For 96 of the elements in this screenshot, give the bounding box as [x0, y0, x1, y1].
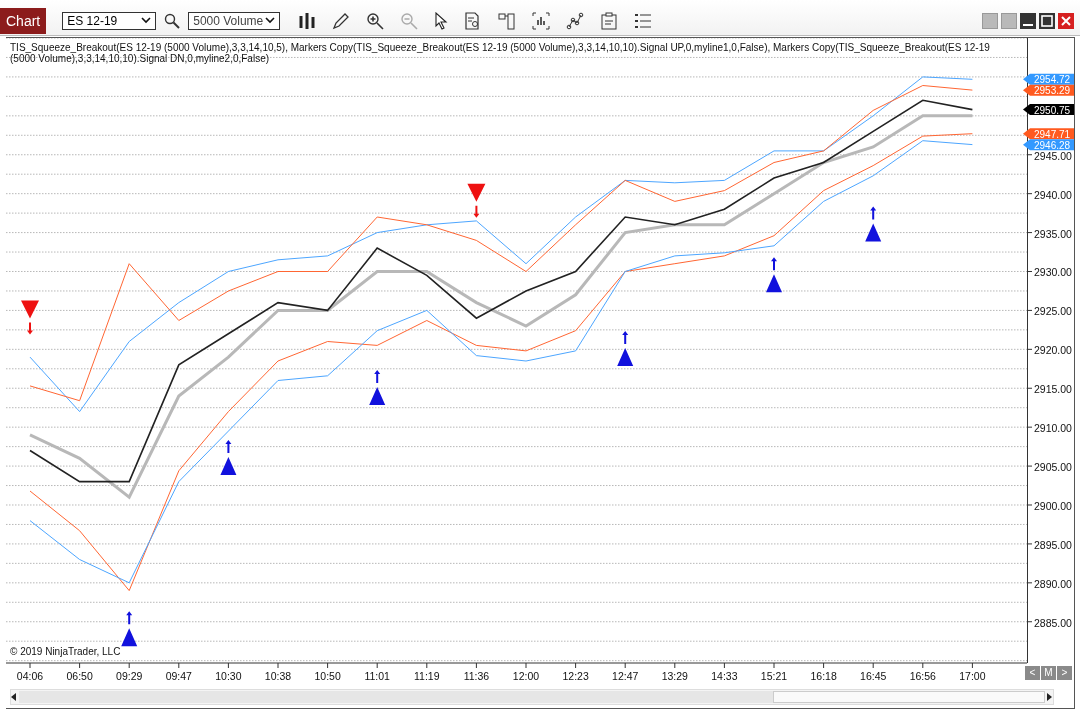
y-tick-label: 2895.00: [1034, 538, 1073, 551]
search-icon[interactable]: [164, 12, 181, 29]
x-tick-label: 13:29: [661, 670, 689, 682]
x-tick-label: 16:56: [909, 662, 936, 682]
caret-icon: [265, 17, 276, 24]
scrollbar-thumb[interactable]: [773, 691, 1045, 703]
chart-tab[interactable]: Chart: [0, 7, 47, 34]
y-tick-label: 2890.00: [1034, 577, 1073, 590]
clipboard-icon[interactable]: [600, 11, 619, 30]
y-tick-label: 2910.00: [1026, 422, 1072, 435]
x-tick-label: 13:29: [661, 662, 688, 682]
price-tag: 2954.72: [1023, 73, 1074, 86]
close-icon[interactable]: [1058, 12, 1074, 29]
x-tick-label: 12:00: [512, 670, 540, 682]
pencil-icon[interactable]: [332, 11, 351, 30]
price-tag: 2946.28: [1023, 139, 1074, 151]
y-tick-label: 2930.00: [1034, 266, 1073, 279]
x-tick-label: 09:47: [165, 670, 193, 682]
x-tick-label: 12:00: [512, 662, 540, 682]
y-tick-label: 2925.00: [1034, 305, 1073, 318]
cursor-icon[interactable]: [434, 11, 449, 30]
x-tick-label: 16:18: [810, 662, 837, 682]
y-tick-label: 2945.00: [1026, 149, 1072, 162]
window-button[interactable]: [982, 12, 998, 29]
x-tick-label: 12:47: [612, 670, 639, 682]
interval-dropdown[interactable]: 5000 Volume: [188, 11, 281, 30]
x-tick-label: 14:33: [711, 670, 738, 682]
x-tick-label: 11:01: [364, 670, 391, 682]
x-tick-label: 15:21: [760, 662, 788, 682]
indicator-legend: TIS_Squeeze_Breakout(ES 12-19 (5000 Volume),3,3,14,10,5), Markers Copy(TIS_Squeeze_Breakout(ES 12-19 (5000 Volume),3,3,14,10,10).Signal UP,0,myline1,0,False), Markers Copy(TIS_Squeeze_Breakout(ES 12-19 (5000 Volume),3,3,14,10,10).Signal DN,0,myline2,0,False): [10, 42, 1000, 64]
x-tick-label: 16:45: [860, 662, 887, 682]
scroll-left-icon[interactable]: [11, 693, 17, 701]
x-tick-label: 10:38: [264, 670, 292, 682]
x-tick-label: 09:29: [116, 670, 143, 682]
copyright-text: © 2019 NinjaTrader, LLC: [10, 646, 121, 657]
x-tick-label: 11:19: [414, 662, 440, 682]
y-tick-label: 2900.00: [1034, 500, 1073, 512]
x-tick-label: 16:45: [860, 670, 887, 682]
x-tick-label: 14:33: [711, 662, 738, 682]
x-tick-label: 17:00: [959, 670, 986, 682]
x-tick-label: 11:36: [463, 662, 490, 682]
x-tick-label: 12:23: [562, 670, 589, 682]
x-tick-label: 09:47: [165, 662, 192, 682]
x-tick-label: 04:06: [16, 662, 44, 682]
caret-icon: [141, 17, 152, 24]
y-tick-label: 2905.00: [1034, 461, 1073, 474]
x-tick-label: 06:50: [66, 662, 93, 682]
bar-chart-icon[interactable]: [298, 11, 317, 30]
x-tick-label: 16:18: [810, 670, 837, 682]
y-tick-label: 2915.00: [1026, 383, 1072, 396]
minimize-icon[interactable]: [1020, 12, 1036, 29]
x-tick-label: 11:19: [414, 670, 440, 682]
x-tick-label: 09:29: [116, 662, 143, 682]
y-tick-label: 2940.00: [1026, 188, 1072, 201]
x-tick-label: 10:30: [215, 662, 242, 682]
price-tag: 2950.75: [1023, 104, 1074, 116]
y-tick-label: 2945.00: [1034, 149, 1073, 162]
x-tick-label: 10:30: [215, 670, 242, 682]
x-tick-label: 11:01: [364, 662, 390, 682]
list-icon[interactable]: [634, 11, 653, 30]
x-tick-label: 15:21: [760, 670, 788, 682]
chart-frame-icon[interactable]: [532, 11, 551, 30]
x-tick-label: 10:50: [314, 662, 341, 682]
y-tick-label: 2915.00: [1034, 383, 1073, 396]
y-tick-label: 2935.00: [1034, 227, 1073, 240]
y-tick-label: 2905.00: [1026, 461, 1072, 474]
line-nodes-icon[interactable]: [566, 11, 585, 30]
y-tick-label: 2890.00: [1026, 577, 1072, 590]
y-tick-label: 2940.00: [1034, 188, 1073, 201]
x-tick-label: 12:23: [562, 662, 589, 682]
x-tick-label: 11:36: [463, 670, 490, 682]
maximize-icon[interactable]: [1039, 12, 1055, 29]
zoom-in-icon[interactable]: [366, 11, 385, 30]
y-tick-label: 2885.00: [1026, 616, 1072, 629]
x-tick-label: 12:47: [612, 662, 639, 682]
y-tick-label: 2920.00: [1026, 344, 1072, 357]
y-tick-label: 2925.00: [1026, 305, 1072, 318]
y-tick-label: 2910.00: [1034, 422, 1073, 435]
x-tick-label: 17:00: [959, 662, 986, 682]
y-tick-label: 2920.00: [1034, 344, 1073, 357]
panel-icon[interactable]: [498, 11, 517, 30]
x-tick-label: 04:06: [16, 670, 44, 682]
y-tick-label: 2895.00: [1026, 538, 1072, 551]
scroll-right-icon[interactable]: [1047, 693, 1053, 701]
x-tick-label: 06:50: [66, 670, 93, 682]
instrument-dropdown[interactable]: ES 12-19: [62, 11, 157, 30]
x-tick-label: 10:50: [314, 670, 341, 682]
price-tag: 2953.29: [1023, 84, 1074, 97]
x-tick-label: 16:56: [909, 670, 937, 682]
y-tick-label: 2900.00: [1026, 500, 1072, 512]
price-tag: 2947.71: [1023, 128, 1074, 140]
y-tick-label: 2930.00: [1026, 266, 1072, 279]
y-tick-label: 2935.00: [1026, 227, 1072, 240]
x-tick-label: 10:38: [264, 662, 292, 682]
y-tick-label: 2885.00: [1034, 616, 1073, 629]
horizontal-scrollbar[interactable]: [10, 689, 1054, 705]
